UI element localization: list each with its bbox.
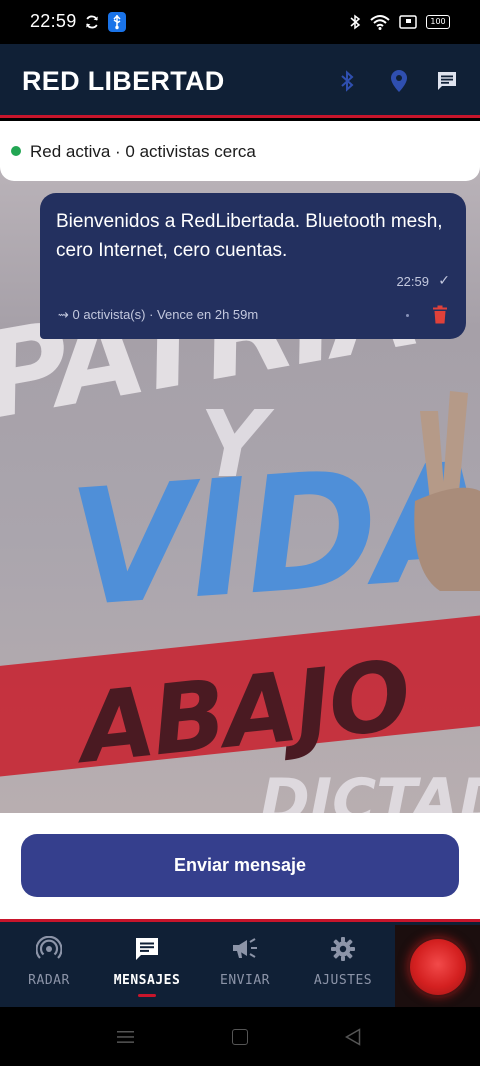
message-time: 22:59 [396, 274, 429, 289]
usb-icon [108, 12, 126, 32]
sync-icon [86, 15, 98, 29]
radar-icon [35, 935, 63, 963]
nav-item-enviar[interactable]: ENVIAR [196, 922, 294, 1007]
panic-button[interactable] [410, 939, 466, 995]
back-icon[interactable] [345, 1028, 361, 1046]
status-bar: 22:59 100 [0, 0, 480, 44]
bluetooth-status-icon [350, 14, 361, 30]
message-bubble[interactable]: Bienvenidos a RedLibertada. Bluetooth me… [40, 193, 466, 339]
home-icon[interactable] [232, 1029, 248, 1045]
gear-icon [329, 935, 357, 963]
nav-label-radar: RADAR [28, 973, 70, 988]
nav-label-mensajes: MENSAJES [113, 973, 181, 988]
bottom-navigation: RADAR MENSAJES ENVIAR AJUSTES [0, 919, 480, 1010]
nav-label-ajustes: AJUSTES [313, 973, 373, 988]
location-pin-icon[interactable] [384, 66, 414, 96]
active-tab-indicator [138, 994, 156, 997]
panic-area [395, 925, 480, 1010]
background-word: DICTADURA [260, 766, 480, 813]
nav-item-ajustes[interactable]: AJUSTES [294, 922, 392, 1007]
wifi-icon [370, 15, 390, 30]
screen-record-icon [399, 15, 417, 29]
bluetooth-icon[interactable] [332, 66, 362, 96]
nav-item-radar[interactable]: RADAR [0, 922, 98, 1007]
dot-icon [406, 314, 409, 317]
network-status-indicator [11, 146, 21, 156]
nav-label-enviar: ENVIAR [220, 973, 270, 988]
chat-icon[interactable] [432, 66, 462, 96]
system-navigation-bar [0, 1007, 480, 1066]
message-icon [133, 935, 161, 963]
app-bar: RED LIBERTAD [0, 44, 480, 118]
battery-icon: 100 [426, 15, 450, 29]
status-time: 22:59 [30, 11, 77, 31]
megaphone-icon [231, 935, 259, 963]
message-meta: ⇝ 0 activista(s) · Vence en 2h 59m [58, 307, 259, 322]
delete-icon[interactable] [432, 305, 448, 324]
nav-item-mensajes[interactable]: MENSAJES [98, 922, 196, 1007]
app-title: RED LIBERTAD [22, 66, 225, 96]
hand-image [414, 391, 480, 591]
network-status-text: Red activa · 0 activistas cerca [30, 142, 256, 161]
message-text: Bienvenidos a RedLibertada. Bluetooth me… [56, 211, 443, 261]
recent-apps-icon[interactable] [117, 1030, 134, 1044]
send-message-button[interactable]: Enviar mensaje [21, 834, 459, 897]
check-icon: ✓ [438, 272, 450, 288]
